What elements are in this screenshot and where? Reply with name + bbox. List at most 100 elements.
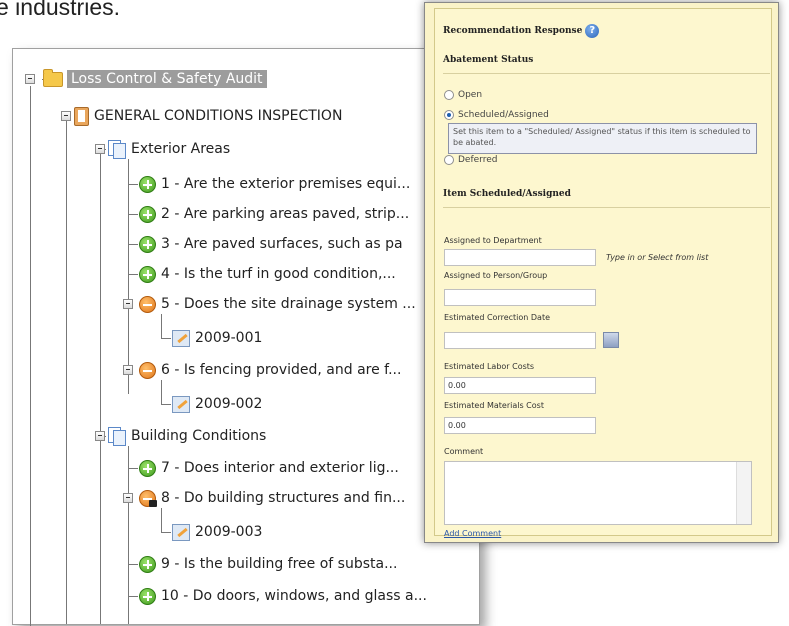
tree-node-recommendation[interactable]: 2009-003 — [172, 521, 262, 543]
status-ok-icon — [139, 175, 156, 193]
add-comment-link[interactable]: Add Comment — [444, 529, 501, 538]
section-divider — [443, 207, 770, 208]
help-icon[interactable]: ? — [585, 24, 600, 38]
status-option-label: Scheduled/Assigned — [458, 110, 549, 120]
radio-button-selected[interactable] — [444, 110, 454, 120]
tree-node-label: Building Conditions — [131, 428, 267, 444]
abatement-status-heading: Abatement Status — [443, 55, 534, 65]
tree-node-question[interactable]: 7 - Does interior and exterior lig... — [139, 457, 399, 479]
tree-connector — [128, 274, 138, 275]
panel-title: Recommendation Response ? — [443, 24, 600, 38]
comment-scrollbar[interactable] — [736, 462, 751, 524]
tree-node-group[interactable]: Exterior Areas — [108, 138, 230, 160]
comment-label: Comment — [444, 447, 484, 456]
recommendation-response-panel: Recommendation Response ? Abatement Stat… — [424, 2, 779, 543]
collapse-inspection-toggle[interactable] — [61, 111, 71, 121]
tree-connector — [128, 244, 138, 245]
lock-icon — [149, 499, 157, 507]
tree-node-label: 5 - Does the site drainage system ... — [161, 296, 416, 312]
status-ok-icon — [139, 265, 156, 283]
radio-button[interactable] — [444, 155, 454, 165]
collapse-question-toggle[interactable] — [123, 299, 133, 309]
tree-node-group[interactable]: Building Conditions — [108, 425, 266, 447]
status-warning-icon — [139, 361, 156, 379]
tree-node-recommendation[interactable]: 2009-002 — [172, 393, 262, 415]
section-divider — [443, 73, 770, 74]
collapse-group-toggle[interactable] — [95, 431, 105, 441]
tree-node-label: Loss Control & Safety Audit — [67, 70, 267, 88]
collapse-group-toggle[interactable] — [95, 144, 105, 154]
tree-connector — [100, 154, 101, 624]
status-warning-icon — [139, 489, 157, 507]
tree-connector — [30, 86, 31, 626]
status-option-open[interactable]: Open — [444, 90, 482, 100]
tree-node-question[interactable]: 2 - Are parking areas paved, strip... — [139, 203, 409, 225]
tree-connector — [161, 508, 162, 532]
status-ok-icon — [139, 235, 156, 253]
tree-connector — [128, 596, 138, 597]
collapse-question-toggle[interactable] — [123, 493, 133, 503]
correction-date-input[interactable] — [444, 332, 596, 349]
tree-connector — [161, 404, 171, 405]
tree-node-label: 6 - Is fencing provided, and are f... — [161, 362, 402, 378]
status-ok-icon — [139, 459, 156, 477]
tree-node-question[interactable]: 4 - Is the turf in good condition,... — [139, 263, 396, 285]
edit-recommendation-icon — [172, 523, 190, 541]
status-ok-icon — [139, 555, 156, 573]
tree-node-inspection[interactable]: GENERAL CONDITIONS INSPECTION — [74, 105, 342, 127]
tree-connector — [66, 119, 67, 624]
status-warning-icon — [139, 295, 156, 313]
tree-connector — [161, 338, 171, 339]
labor-costs-label: Estimated Labor Costs — [444, 362, 535, 371]
tree-node-question[interactable]: 10 - Do doors, windows, and glass a... — [139, 585, 427, 607]
labor-costs-input[interactable] — [444, 377, 596, 394]
status-option-scheduled[interactable]: Scheduled/Assigned — [444, 110, 549, 120]
department-input[interactable] — [444, 249, 596, 266]
tree-node-question[interactable]: 3 - Are paved surfaces, such as pa — [139, 233, 403, 255]
tree-node-label: 1 - Are the exterior premises equi... — [161, 176, 411, 192]
recommendation-form: Recommendation Response ? Abatement Stat… — [434, 8, 772, 538]
materials-cost-input[interactable] — [444, 417, 596, 434]
collapse-question-toggle[interactable] — [123, 365, 133, 375]
tree-connector — [161, 380, 162, 404]
calendar-icon[interactable] — [603, 332, 619, 348]
tree-node-label: 3 - Are paved surfaces, such as pa — [161, 236, 403, 252]
tree-node-question[interactable]: 1 - Are the exterior premises equi... — [139, 173, 410, 195]
tree-node-label: 2009-001 — [195, 330, 263, 346]
person-label: Assigned to Person/Group — [444, 271, 548, 280]
materials-cost-label: Estimated Materials Cost — [444, 401, 544, 410]
tree-connector — [128, 564, 138, 565]
tree-node-question[interactable]: 9 - Is the building free of substa... — [139, 553, 397, 575]
status-option-deferred[interactable]: Deferred — [444, 155, 497, 165]
tree-node-question[interactable]: 8 - Do building structures and fin... — [139, 487, 405, 509]
tree-node-label: 8 - Do building structures and fin... — [161, 490, 406, 506]
tree-connector — [128, 214, 138, 215]
date-label: Estimated Correction Date — [444, 313, 551, 322]
radio-button[interactable] — [444, 90, 454, 100]
tree-connector — [128, 446, 129, 624]
collapse-root-toggle[interactable] — [25, 74, 35, 84]
person-input[interactable] — [444, 289, 596, 306]
tree-node-question[interactable]: 5 - Does the site drainage system ... — [139, 293, 416, 315]
tree-node-root[interactable]: Loss Control & Safety Audit — [43, 68, 267, 90]
status-ok-icon — [139, 587, 156, 605]
comment-textarea[interactable] — [444, 461, 752, 525]
tree-node-label: 2009-003 — [195, 524, 263, 540]
tree-connector — [161, 314, 162, 338]
edit-recommendation-icon — [172, 395, 190, 413]
tree-node-question[interactable]: 6 - Is fencing provided, and are f... — [139, 359, 401, 381]
documents-icon — [108, 427, 126, 446]
status-tooltip: Set this item to a "Scheduled/ Assigned"… — [448, 123, 757, 154]
background-heading-fragment: e industries. — [0, 0, 121, 20]
tree-node-label: Exterior Areas — [131, 141, 231, 157]
tree-connector — [161, 532, 171, 533]
department-label: Assigned to Department — [444, 236, 542, 245]
clipboard-icon — [74, 106, 89, 126]
status-option-label: Open — [458, 90, 483, 100]
audit-tree-panel: Loss Control & Safety Audit GENERAL COND… — [12, 48, 480, 626]
tree-node-label: 9 - Is the building free of substa... — [161, 556, 398, 572]
tree-connector — [128, 468, 138, 469]
tree-node-recommendation[interactable]: 2009-001 — [172, 327, 262, 349]
edit-recommendation-icon — [172, 329, 190, 347]
panel-title-text: Recommendation Response — [443, 26, 583, 36]
